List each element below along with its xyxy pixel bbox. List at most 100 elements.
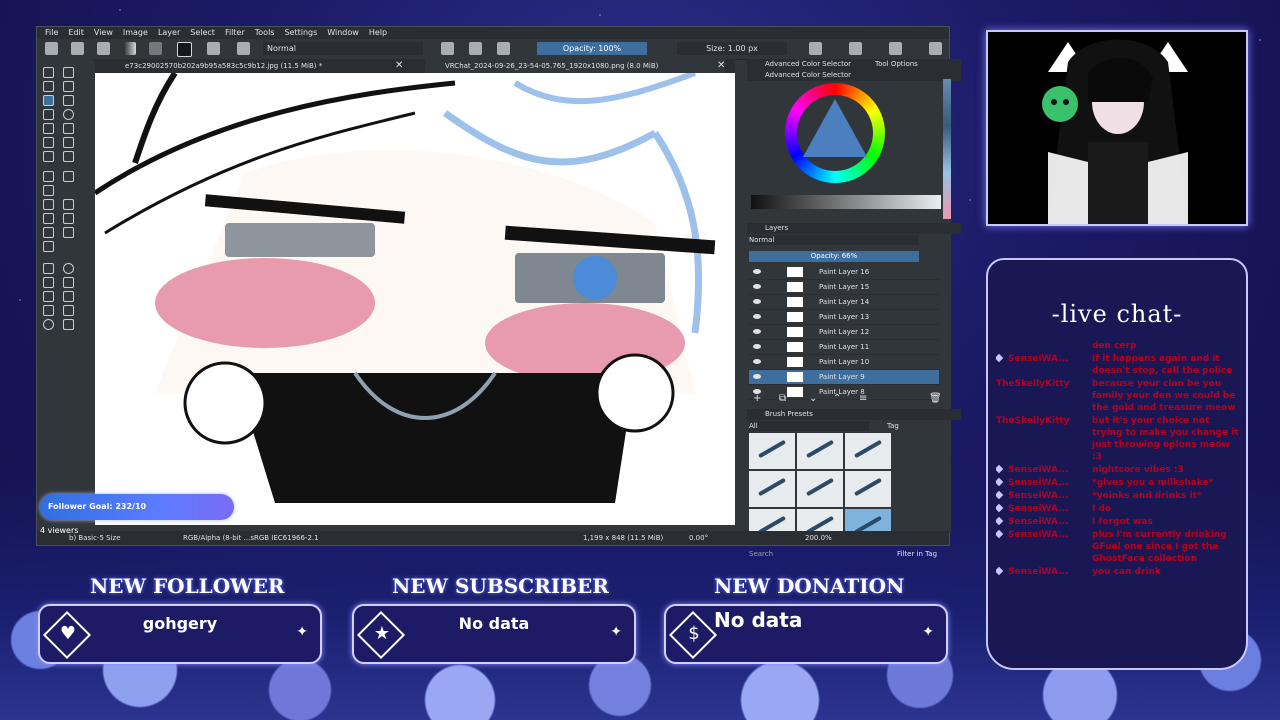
menu-help[interactable]: Help (369, 27, 387, 39)
color-swap-icon[interactable] (177, 42, 192, 57)
brush-preset[interactable] (845, 471, 891, 507)
brush-search-input[interactable]: Search (749, 549, 869, 559)
new-document-icon[interactable] (45, 42, 58, 55)
brush-preset[interactable] (797, 471, 843, 507)
contiguous-select-icon[interactable] (43, 291, 54, 302)
tab-document-2[interactable]: VRChat_2024-09-26_23-54-05.765_1920x1080… (425, 59, 725, 73)
layer-properties-icon[interactable]: ≡ (859, 393, 867, 405)
select-shapes-icon[interactable] (43, 67, 54, 78)
brush-preset-icon[interactable] (237, 42, 250, 55)
eraser-icon[interactable] (441, 42, 454, 55)
color-triangle[interactable] (803, 99, 867, 157)
open-document-icon[interactable] (71, 42, 84, 55)
layer-row[interactable]: Paint Layer 10 (749, 355, 939, 370)
colorize-mask-icon[interactable] (43, 213, 54, 224)
move-down-icon[interactable]: ⌄ (809, 393, 817, 405)
eye-icon[interactable] (753, 314, 761, 319)
eye-icon[interactable] (753, 359, 761, 364)
dynamic-brush-icon[interactable] (43, 151, 54, 162)
brush-preset[interactable] (845, 433, 891, 469)
menu-image[interactable]: Image (123, 27, 148, 39)
layer-row[interactable]: Paint Layer 12 (749, 325, 939, 340)
menu-edit[interactable]: Edit (68, 27, 84, 39)
move-tool-icon[interactable] (63, 171, 74, 182)
menu-layer[interactable]: Layer (158, 27, 180, 39)
layer-row-active[interactable]: Paint Layer 9 (749, 370, 939, 385)
freehand-brush-icon[interactable] (43, 95, 54, 106)
gradient-tool-icon[interactable] (43, 199, 54, 210)
color-history-bar[interactable] (751, 195, 941, 209)
menu-file[interactable]: File (45, 27, 58, 39)
duplicate-layer-icon[interactable]: ⧉ (779, 393, 786, 405)
save-icon[interactable] (97, 42, 110, 55)
polyline-tool-icon[interactable] (63, 123, 74, 134)
eye-icon[interactable] (753, 284, 761, 289)
eye-icon[interactable] (753, 299, 761, 304)
color-wheel[interactable] (785, 83, 885, 183)
menu-window[interactable]: Window (327, 27, 359, 39)
transform-tool-icon[interactable] (43, 185, 54, 196)
enclose-fill-icon[interactable] (63, 227, 74, 238)
zoom-tool-icon[interactable] (43, 319, 54, 330)
menu-tools[interactable]: Tools (255, 27, 275, 39)
freehand-path-icon[interactable] (63, 137, 74, 148)
brush-preset[interactable] (797, 433, 843, 469)
menu-view[interactable]: View (94, 27, 113, 39)
delete-layer-icon[interactable]: 🗑 (929, 393, 942, 405)
tab-document-1[interactable]: e73c29002570b202a9b95a583c5c9b12.jpg (11… (105, 59, 405, 73)
layer-opacity-slider[interactable]: Opacity: 66% (749, 251, 919, 262)
layer-row[interactable]: Paint Layer 11 (749, 340, 939, 355)
workspace-icon[interactable] (929, 42, 942, 55)
eye-icon[interactable] (753, 329, 761, 334)
rect-select-icon[interactable] (43, 263, 54, 274)
freehand-select-icon[interactable] (63, 277, 74, 288)
polygon-tool-icon[interactable] (43, 123, 54, 134)
brush-preset[interactable] (749, 471, 795, 507)
mirror-horizontal-icon[interactable] (809, 42, 822, 55)
brush-tag-select[interactable]: Tag (887, 421, 927, 431)
pan-tool-icon[interactable] (63, 319, 74, 330)
filter-in-tag-checkbox[interactable]: Filter in Tag (897, 549, 951, 559)
brush-preset[interactable] (749, 433, 795, 469)
magnetic-select-icon[interactable] (63, 305, 74, 316)
status-zoom[interactable]: 200.0% (805, 531, 832, 545)
layer-row[interactable]: Paint Layer 16 (749, 265, 939, 280)
line-tool-icon[interactable] (63, 95, 74, 106)
smart-patch-icon[interactable] (63, 213, 74, 224)
preserve-alpha-icon[interactable] (469, 42, 482, 55)
polygon-select-icon[interactable] (43, 277, 54, 288)
close-icon[interactable]: ✕ (395, 59, 403, 73)
eye-icon[interactable] (753, 344, 761, 349)
menu-filter[interactable]: Filter (225, 27, 245, 39)
add-layer-icon[interactable]: + (753, 393, 761, 405)
layer-blend-select[interactable]: Normal (749, 235, 919, 245)
color-picker-icon[interactable] (63, 199, 74, 210)
size-slider[interactable]: Size: 1.00 px (677, 42, 787, 55)
assistant-tool-icon[interactable] (43, 241, 54, 252)
menu-select[interactable]: Select (190, 27, 215, 39)
calligraphy-icon[interactable] (63, 81, 74, 92)
text-tool-icon[interactable] (63, 67, 74, 78)
menu-settings[interactable]: Settings (284, 27, 317, 39)
gradient-icon[interactable] (123, 42, 136, 55)
bezier-select-icon[interactable] (43, 305, 54, 316)
eye-icon[interactable] (753, 269, 761, 274)
mirror-vertical-icon[interactable] (849, 42, 862, 55)
crop-tool-icon[interactable] (43, 171, 54, 182)
blend-mode-select[interactable]: Normal (263, 42, 423, 55)
brush-filter-select[interactable]: All (749, 421, 869, 431)
multibrush-icon[interactable] (63, 151, 74, 162)
fill-tool-icon[interactable] (43, 227, 54, 238)
layer-row[interactable]: Paint Layer 15 (749, 280, 939, 295)
similar-select-icon[interactable] (63, 291, 74, 302)
wrap-around-icon[interactable] (889, 42, 902, 55)
tool-options-tab[interactable]: Tool Options (875, 59, 945, 70)
ellipse-tool-icon[interactable] (63, 109, 74, 120)
ellipse-select-icon[interactable] (63, 263, 74, 274)
move-up-icon[interactable]: ⌃ (833, 393, 841, 405)
pattern-icon[interactable] (149, 42, 162, 55)
color-swatch-column[interactable] (943, 79, 951, 219)
edit-shapes-icon[interactable] (43, 81, 54, 92)
layer-row[interactable]: Paint Layer 14 (749, 295, 939, 310)
close-icon[interactable]: ✕ (717, 59, 725, 73)
